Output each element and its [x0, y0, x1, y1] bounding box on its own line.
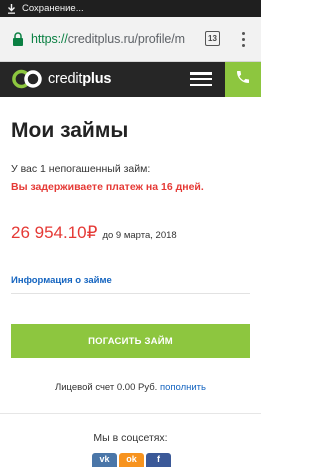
lock-icon[interactable] — [12, 32, 24, 46]
loans-count-text: У вас 1 непогашенный займ: — [11, 163, 151, 175]
site-header: creditplus — [0, 62, 261, 97]
hamburger-icon[interactable] — [190, 70, 212, 88]
url-path: creditplus.ru/profile/m — [67, 32, 185, 46]
url-scheme: https:// — [31, 32, 68, 46]
page-title: Мои займы — [11, 119, 129, 142]
footer-divider — [0, 413, 261, 414]
browser-toolbar: https://creditplus.ru/profile/m 13 — [0, 17, 261, 62]
phone-button[interactable] — [225, 62, 261, 97]
divider — [11, 293, 250, 294]
loan-amount-row: 26 954.10₽ до 9 марта, 2018 — [11, 223, 177, 243]
address-bar[interactable]: https://creditplus.ru/profile/m — [31, 32, 189, 46]
account-balance-text: Лицевой счет 0.00 Руб. — [55, 382, 158, 393]
logo-icon — [10, 69, 44, 89]
status-bar: Сохранение... — [0, 0, 261, 17]
odnoklassniki-icon[interactable]: ok — [119, 453, 144, 467]
account-balance: Лицевой счет 0.00 Руб. пополнить — [0, 382, 261, 393]
download-icon — [6, 3, 16, 14]
due-date: до 9 марта, 2018 — [102, 230, 177, 241]
facebook-icon[interactable]: f — [146, 453, 171, 467]
more-vert-icon[interactable] — [238, 28, 248, 50]
loan-info-link[interactable]: Информация о займе — [11, 275, 112, 286]
logo-text-credit: credit — [48, 71, 83, 87]
overdue-warning: Вы задерживаете платеж на 16 дней. — [11, 181, 204, 193]
tab-switcher-button[interactable]: 13 — [205, 31, 220, 46]
logo-text: creditplus — [48, 71, 111, 87]
social-label: Мы в соцсетях: — [93, 432, 168, 444]
vk-icon[interactable]: vk — [92, 453, 117, 467]
topup-link[interactable]: пополнить — [160, 382, 206, 393]
loan-amount: 26 954.10₽ — [11, 223, 98, 242]
logo-text-plus: plus — [82, 71, 112, 87]
status-text: Сохранение... — [22, 3, 84, 14]
social-links: vk ok f — [92, 453, 171, 467]
pay-loan-button[interactable]: ПОГАСИТЬ ЗАЙМ — [11, 324, 250, 358]
logo[interactable]: creditplus — [10, 69, 111, 89]
phone-icon — [235, 69, 251, 90]
